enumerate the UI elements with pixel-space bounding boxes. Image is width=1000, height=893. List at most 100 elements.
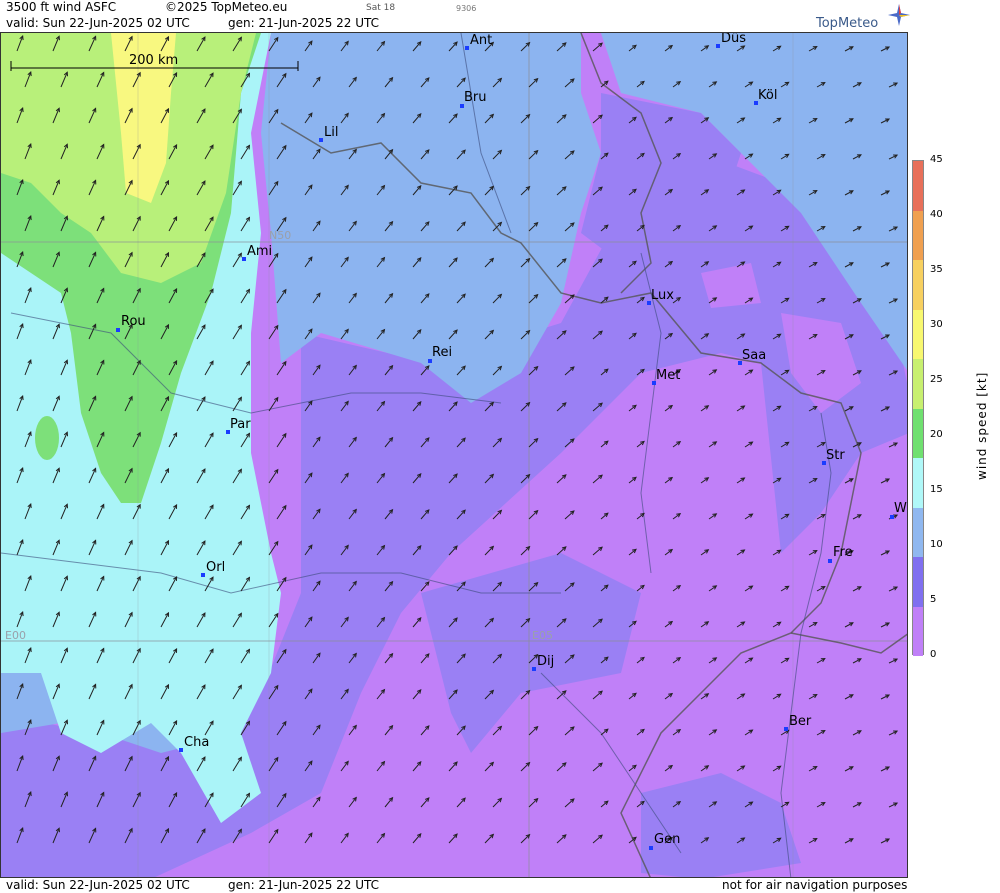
city-label[interactable]: Met <box>656 368 680 383</box>
wind-arrow <box>520 329 531 340</box>
wind-arrow <box>304 472 313 484</box>
city-label[interactable]: Rou <box>121 314 146 329</box>
wind-arrow <box>492 725 503 736</box>
color-bar-tick-label: 20 <box>930 429 943 440</box>
city-label[interactable]: Ant <box>470 33 492 48</box>
city-label[interactable]: Ami <box>247 244 272 259</box>
wind-arrow <box>816 226 826 232</box>
wind-arrow <box>204 360 214 376</box>
wind-arrow <box>24 647 32 664</box>
wind-arrow <box>852 658 862 664</box>
wind-arrow <box>664 476 674 484</box>
wind-arrow <box>808 45 818 52</box>
wind-arrow <box>844 766 854 772</box>
city-label[interactable]: Bru <box>464 90 487 105</box>
wind-arrow <box>744 441 754 448</box>
wind-arrow <box>628 404 637 412</box>
wind-arrow <box>600 296 609 304</box>
wind-arrow <box>88 467 97 484</box>
wind-arrow <box>556 258 567 268</box>
wind-arrow <box>528 293 539 304</box>
city-label[interactable]: Str <box>826 448 845 463</box>
wind-arrow <box>808 405 818 412</box>
wind-arrow <box>376 760 386 772</box>
wind-arrow <box>600 800 609 808</box>
wind-arrow <box>340 616 349 628</box>
city-label[interactable]: Ber <box>789 714 811 729</box>
wind-arrow <box>592 834 603 844</box>
wind-arrow <box>384 292 394 304</box>
wind-arrow <box>700 549 710 556</box>
wind-arrow <box>204 720 214 736</box>
wind-arrow <box>348 76 357 88</box>
wind-arrow <box>780 225 790 232</box>
wind-arrow <box>700 477 710 484</box>
wind-arrow <box>312 364 321 376</box>
color-bar <box>912 160 924 656</box>
wind-arrow <box>672 728 682 736</box>
wind-arrow <box>556 402 567 412</box>
wind-map[interactable]: 200 km N50 E00 E05 Ant Düs Bru Köl Lil A… <box>0 32 908 878</box>
wind-arrow <box>24 143 32 160</box>
wind-arrow <box>852 442 862 448</box>
wind-arrow <box>160 755 170 772</box>
wind-arrow <box>16 467 24 484</box>
wind-arrow <box>312 148 321 160</box>
city-label[interactable]: Lil <box>324 125 338 140</box>
topmeteo-logo[interactable]: TopMeteo <box>812 2 910 32</box>
wind-arrow <box>664 116 674 124</box>
compass-star-icon <box>888 4 910 26</box>
city-label[interactable]: Düs <box>721 33 746 46</box>
wind-arrow <box>196 540 206 556</box>
wind-arrow <box>16 107 24 124</box>
city-label[interactable]: Lux <box>651 288 674 303</box>
city-label[interactable]: Fre <box>833 545 853 560</box>
wind-arrow <box>564 78 575 88</box>
wind-arrow <box>708 513 718 520</box>
wind-arrow <box>492 77 503 88</box>
city-label[interactable]: Dij <box>537 654 554 669</box>
city-label[interactable]: Orl <box>206 560 225 575</box>
wind-arrow <box>24 431 32 448</box>
wind-arrow <box>672 80 682 88</box>
scale-bar-label: 200 km <box>129 53 179 68</box>
city-marker <box>828 559 832 563</box>
city-label[interactable]: Rei <box>432 345 452 360</box>
wind-arrow <box>520 185 531 196</box>
wind-arrow <box>556 546 567 556</box>
wind-arrow <box>880 118 891 124</box>
city-label[interactable]: W <box>894 501 907 516</box>
wind-arrow <box>160 827 170 844</box>
city-label[interactable]: Köl <box>758 88 777 103</box>
wind-arrow <box>268 324 279 340</box>
wind-arrow <box>816 442 826 448</box>
city-label[interactable]: Cha <box>184 735 209 750</box>
wind-arrow <box>304 760 313 772</box>
wind-arrow <box>340 832 349 844</box>
wind-arrow <box>528 221 539 232</box>
wind-arrow <box>16 179 24 196</box>
wind-arrow <box>240 576 251 592</box>
wind-arrow <box>816 658 826 664</box>
color-bar-segment <box>913 557 923 607</box>
wind-arrow <box>628 620 637 628</box>
wind-arrow <box>412 689 422 700</box>
wind-arrow <box>808 477 818 484</box>
wind-arrow <box>672 152 682 160</box>
wind-arrow <box>628 44 637 52</box>
wind-arrow <box>16 755 24 772</box>
wind-arrow <box>736 837 746 844</box>
city-label[interactable]: Par <box>230 417 251 432</box>
wind-arrow <box>268 468 279 484</box>
wind-arrow <box>124 611 133 628</box>
city-label[interactable]: Saa <box>742 348 766 363</box>
wind-arrow <box>52 539 60 556</box>
wind-arrow <box>736 333 746 340</box>
wind-arrow <box>276 432 287 448</box>
wind-arrow <box>16 251 24 268</box>
wind-arrow <box>844 334 854 340</box>
city-label[interactable]: Gen <box>654 832 680 847</box>
wind-arrow <box>16 395 24 412</box>
wind-arrow <box>528 581 539 592</box>
wind-arrow <box>420 653 430 664</box>
